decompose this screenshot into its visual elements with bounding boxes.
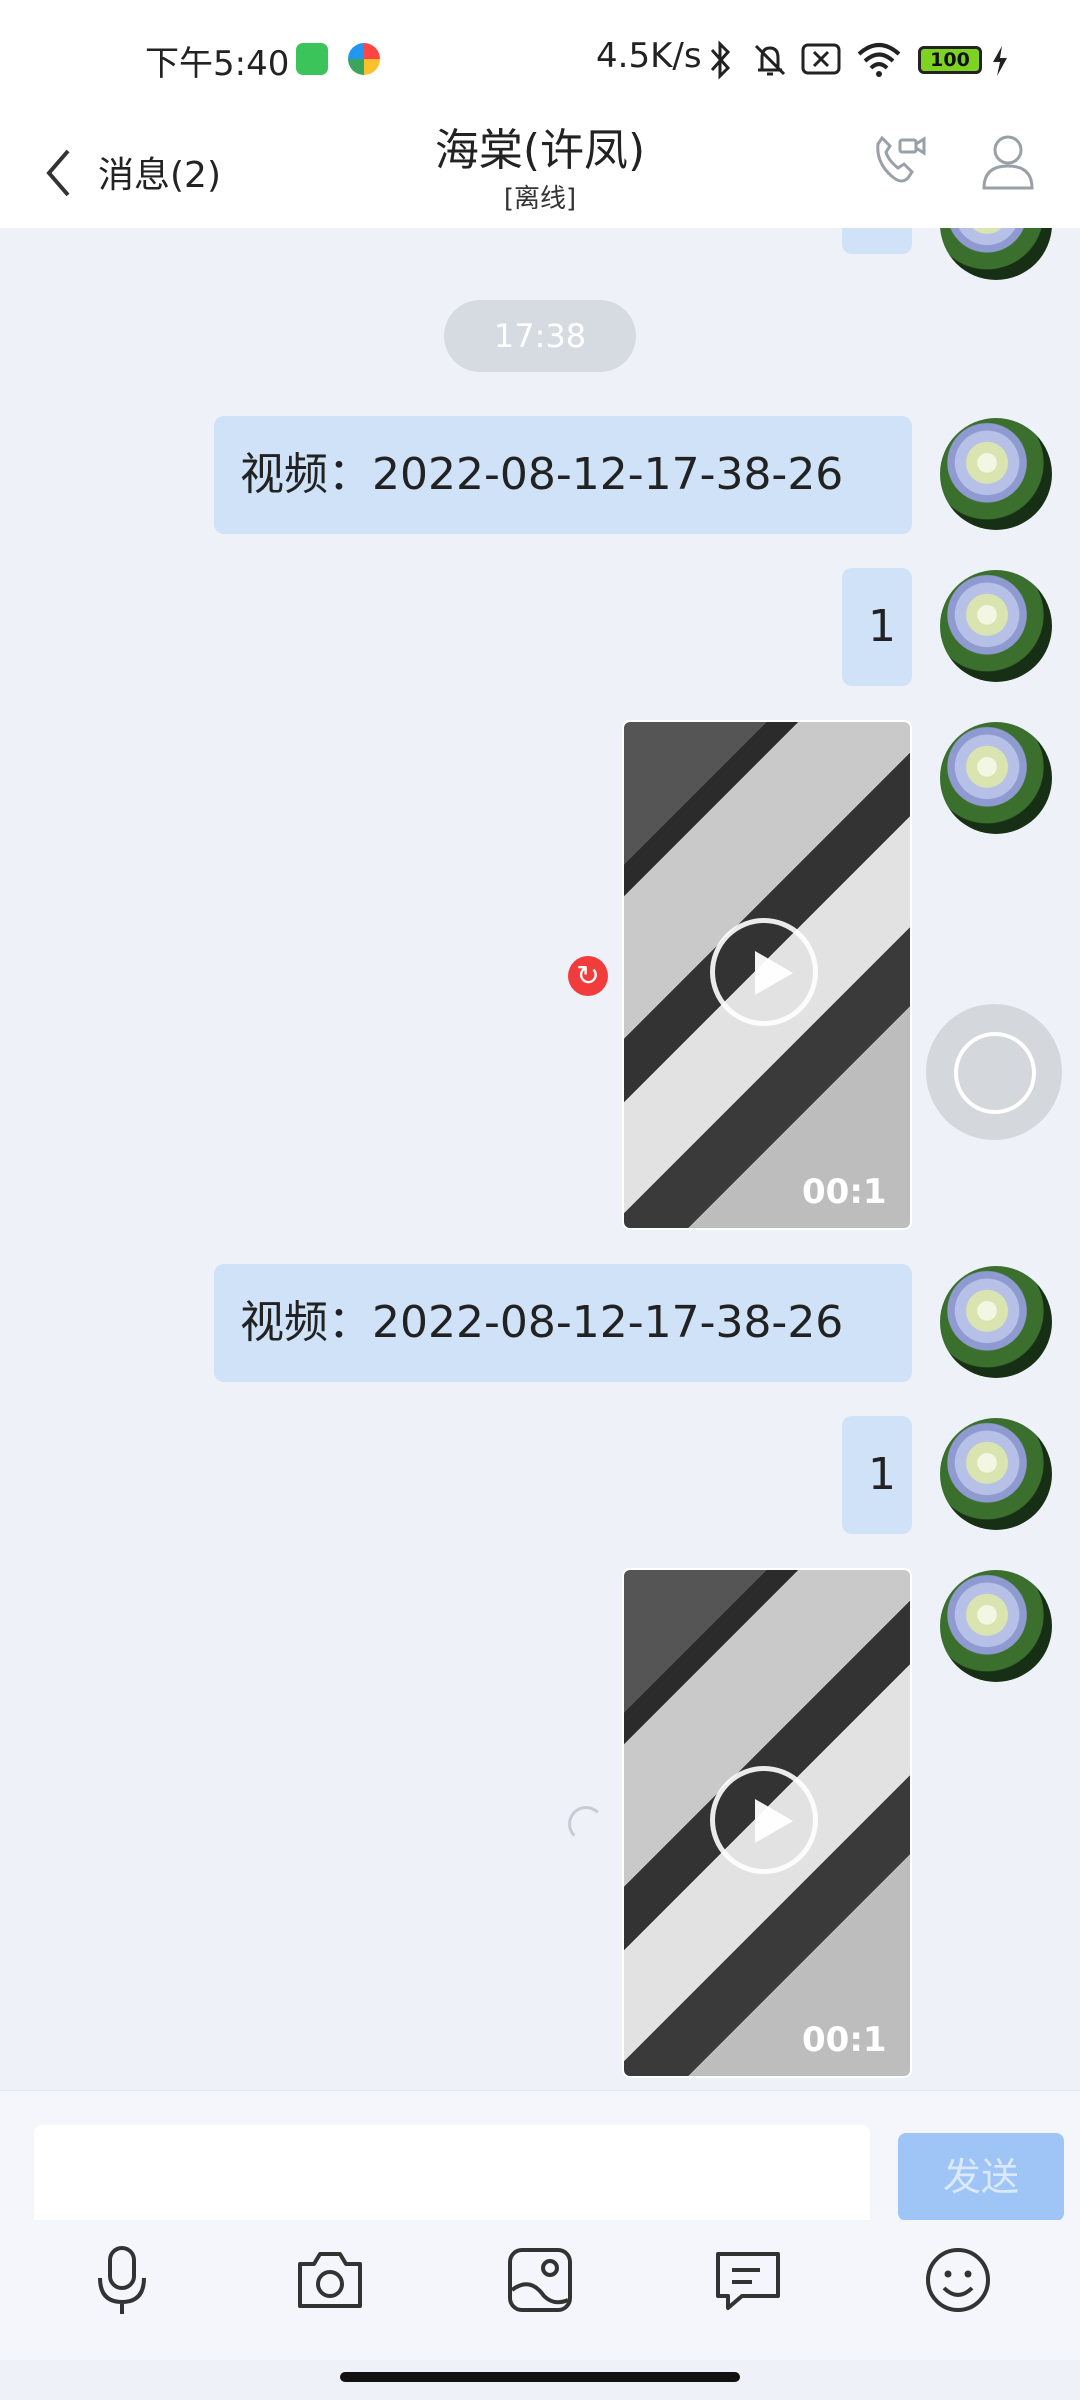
back-label: 消息(2) [98,155,221,196]
notification-app-icon [296,43,328,75]
video-message[interactable]: 00:1 [622,1568,912,2078]
timestamp: 17:38 [444,300,636,372]
play-icon[interactable] [710,1766,818,1874]
microphone-icon[interactable] [82,2240,162,2320]
contact-name: 海棠(许凤) [434,125,646,176]
avatar[interactable] [940,1570,1052,1682]
network-speed: 4.5K/s [596,36,702,76]
message-bubble-partial[interactable] [842,228,912,254]
back-button[interactable]: 消息(2) [38,128,318,208]
bluetooth-icon [710,40,731,80]
avatar[interactable] [940,228,1052,280]
play-icon[interactable] [710,918,818,1026]
contact-status: [离线] [503,184,577,214]
message-bubble[interactable]: 视频：2022-08-12-17-38-26 [214,1264,912,1382]
quick-reply-icon[interactable] [708,2240,788,2320]
call-icon[interactable] [868,130,928,190]
video-message[interactable]: 00:1 [622,720,912,1230]
chevron-left-icon [46,149,70,197]
camera-icon[interactable] [290,2240,370,2320]
input-toolbar [0,2220,1080,2360]
send-button[interactable]: 发送 [898,2133,1064,2221]
message-input[interactable] [34,2125,870,2231]
no-sim-icon [801,43,841,75]
avatar[interactable] [940,1266,1052,1378]
message-bubble[interactable]: 1 [842,568,912,686]
floating-assist-button[interactable] [926,1004,1062,1140]
image-icon[interactable] [500,2240,580,2320]
message-bubble[interactable]: 1 [842,1416,912,1534]
mute-bell-icon [754,44,786,76]
sending-spinner-icon [568,1806,604,1842]
home-indicator[interactable] [340,2372,740,2382]
video-duration: 00:1 [802,1172,887,1212]
resend-icon[interactable]: ↻ [568,956,608,996]
avatar[interactable] [940,418,1052,530]
avatar[interactable] [940,570,1052,682]
video-duration: 00:1 [802,2020,887,2060]
input-bar: 发送 [0,2090,1080,2231]
wifi-icon [857,43,901,77]
chat-header: 消息(2) 海棠(许凤) [离线] [0,108,1080,228]
status-bar: 下午5:40 4.5K/s 100 [0,0,1080,108]
status-time: 下午5:40 [145,44,290,84]
emoji-icon[interactable] [918,2240,998,2320]
message-list[interactable]: 17:38 视频：2022-08-12-17-38-26 1 ↻ 00:1 视频… [0,228,1080,2090]
notification-app-icon-2 [348,43,380,75]
profile-icon[interactable] [978,130,1038,194]
battery-icon: 100 [918,46,982,74]
message-bubble[interactable]: 视频：2022-08-12-17-38-26 [214,416,912,534]
charging-icon [993,46,1007,76]
avatar[interactable] [940,1418,1052,1530]
avatar[interactable] [940,722,1052,834]
